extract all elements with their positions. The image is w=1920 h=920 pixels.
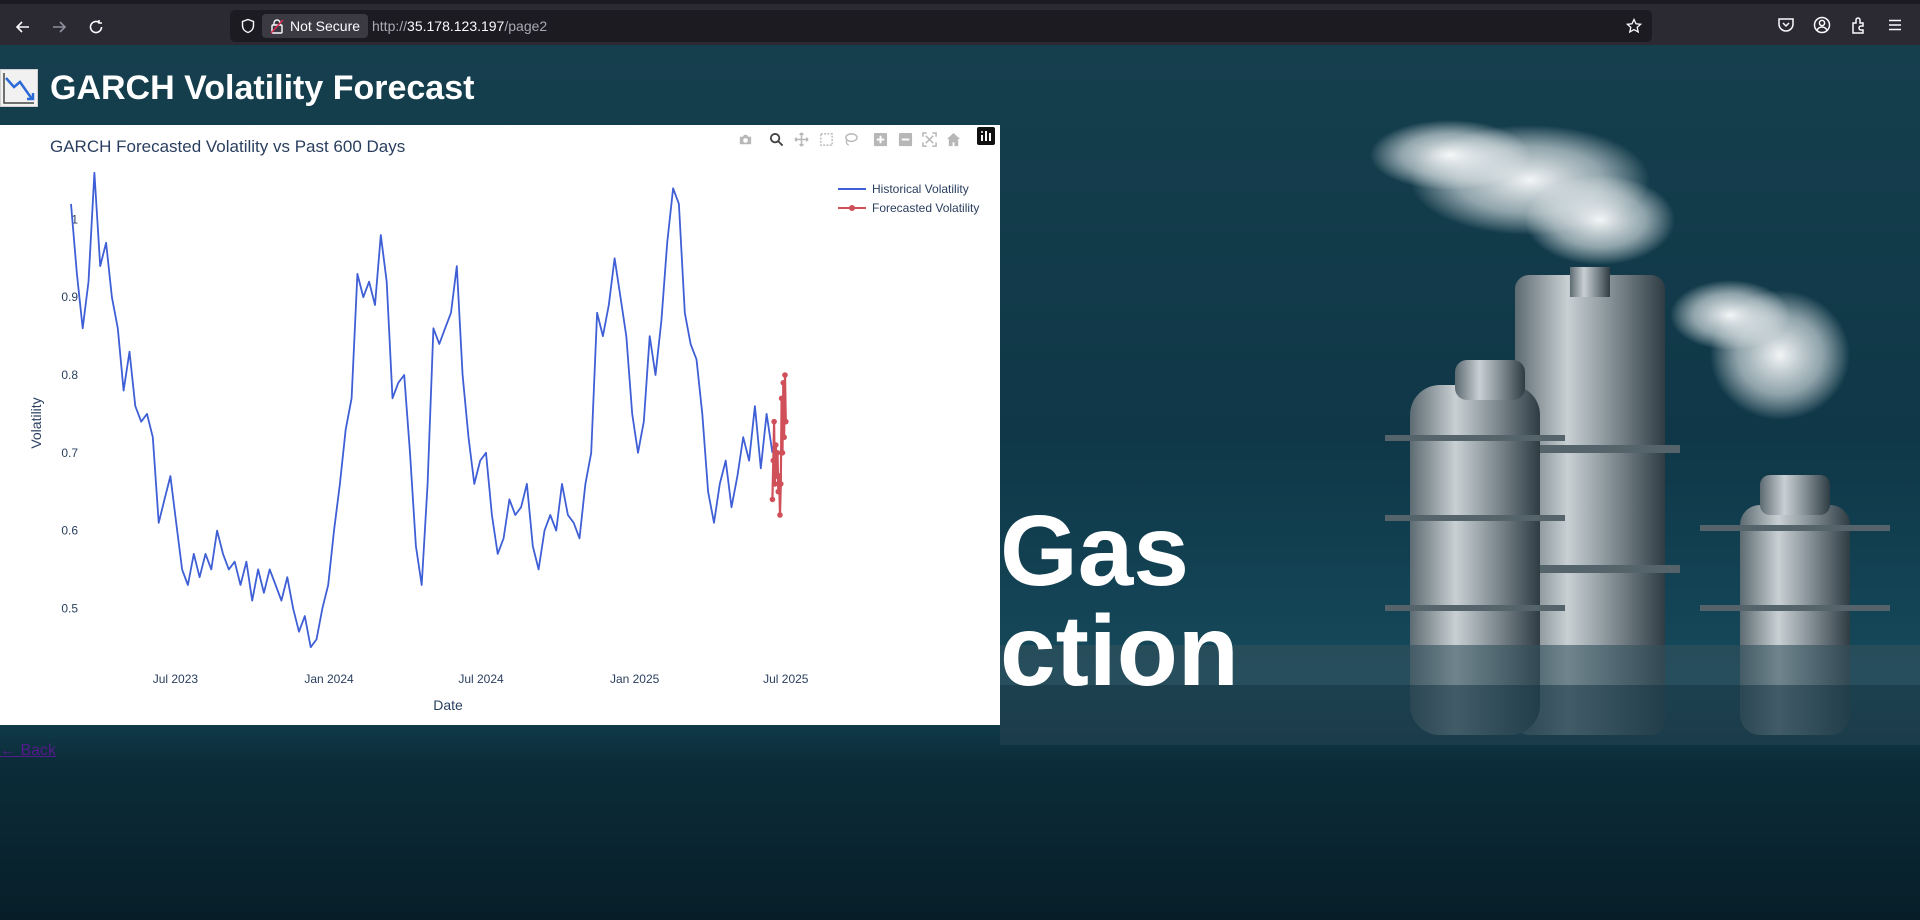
menu-icon[interactable] [1886,16,1906,36]
url-prefix: http:// [372,18,408,34]
forecast-point[interactable] [781,434,787,441]
forecast-point[interactable] [776,473,782,479]
url-host: 35.178.123.197 [407,18,505,34]
x-axis-ticks: Jul 2023 Jan 2024 Jul 2024 Jan 2025 Jul 2025 [153,672,809,686]
forecast-point[interactable] [779,449,786,456]
page-body: Gas ction GARCH Volatility Forecast GARC… [0,45,1920,920]
legend[interactable]: Historical Volatility Forecasted Volatil… [838,182,979,215]
browser-toolbar: Not Secure http://35.178.123.197/page2 [0,0,1920,45]
chart-canvas[interactable]: 0.50.60.70.80.91 Jul 2023 Jan 2024 Jul 202… [0,125,1000,725]
y-tick-label: 0.5 [61,601,78,615]
forecast-point[interactable] [777,512,783,518]
back-arrow-icon[interactable] [10,14,36,40]
forecast-point[interactable] [769,496,776,503]
security-label: Not Secure [290,18,361,34]
security-indicator[interactable]: Not Secure [262,14,369,38]
x-tick-label: Jul 2023 [153,672,199,686]
y-axis-label: Volatility [28,397,44,448]
y-tick-label: 0.8 [61,368,78,382]
legend-forecast-label[interactable]: Forecasted Volatility [872,201,979,215]
forecast-point[interactable] [771,418,777,425]
forecast-point[interactable] [778,395,785,402]
x-tick-label: Jan 2025 [610,672,660,686]
volatility-chart[interactable]: GARCH Forecasted Volatility vs Past 600 … [0,125,1000,725]
y-tick-label: 0.7 [61,446,78,460]
background-word-ction: ction [1000,595,1239,707]
forecast-point[interactable] [774,449,781,456]
url-path: /page2 [504,18,548,34]
forecast-point[interactable] [775,488,782,495]
forward-arrow-icon[interactable] [46,14,72,40]
background-word-gas: Gas [1000,495,1189,607]
forecast-point[interactable] [777,481,784,487]
forecast-point[interactable] [782,372,788,378]
page-title: GARCH Volatility Forecast [0,63,474,113]
bookmark-star-icon[interactable] [1626,18,1642,34]
chart-decreasing-icon [0,69,38,107]
url-text[interactable]: http://35.178.123.197/page2 [372,10,547,42]
legend-historical-label[interactable]: Historical Volatility [872,182,969,196]
x-axis-label: Date [433,697,463,713]
account-icon[interactable] [1813,16,1833,36]
legend-forecast-marker [849,205,855,211]
x-tick-label: Jul 2024 [458,672,504,686]
lock-warning-icon [270,19,284,34]
page-title-text: GARCH Volatility Forecast [50,68,475,107]
forecast-point[interactable] [783,418,789,425]
y-tick-label: 0.9 [61,290,78,304]
pocket-icon[interactable] [1777,16,1797,36]
series-layer [70,171,789,649]
forecast-point[interactable] [772,442,779,448]
x-tick-label: Jul 2025 [763,672,809,686]
shield-icon[interactable] [240,18,256,34]
historical-volatility-line[interactable] [70,171,774,649]
back-link[interactable]: ← Back [0,742,56,760]
reload-icon[interactable] [83,14,109,40]
x-tick-label: Jan 2024 [304,672,354,686]
forecast-point[interactable] [770,457,777,464]
forecast-point[interactable] [772,481,778,487]
url-bar[interactable]: Not Secure http://35.178.123.197/page2 [230,10,1652,42]
forecast-point[interactable] [780,379,787,386]
extensions-icon[interactable] [1850,16,1870,36]
y-tick-label: 0.6 [61,524,78,538]
y-axis-ticks: 0.50.60.70.80.91 [61,212,78,615]
